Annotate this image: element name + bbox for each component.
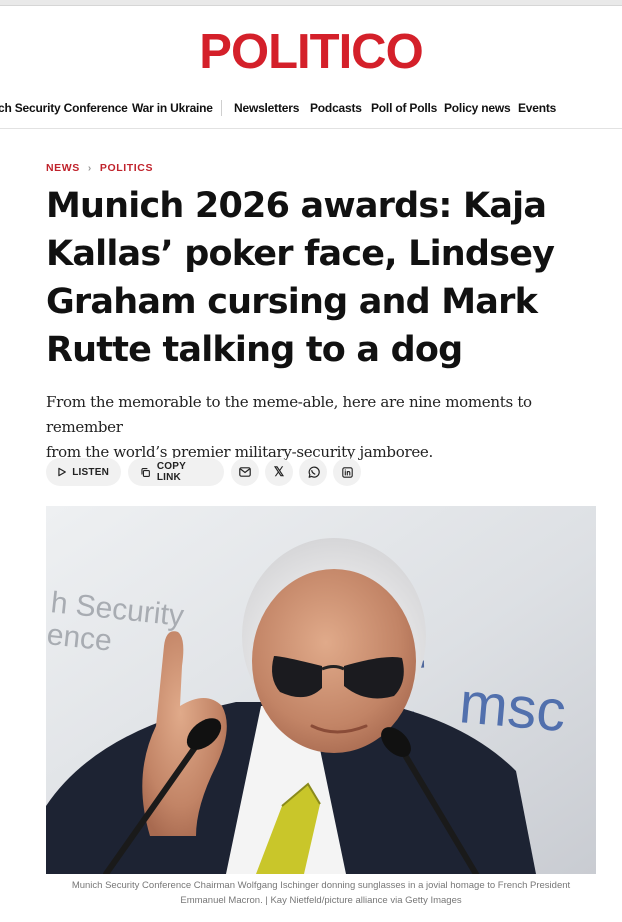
nav-item-events[interactable]: Events: [518, 101, 556, 115]
copy-link-button[interactable]: COPY LINK: [128, 458, 224, 486]
headline-line: Munich 2026 awards: Kaja: [46, 186, 547, 226]
headline-line: Kallas’ poker face, Lindsey: [46, 234, 555, 274]
x-icon: 𝕏: [273, 464, 285, 479]
nav-divider: [221, 100, 222, 116]
nav-item-munich-security-conference[interactable]: ch Security Conference: [0, 101, 128, 115]
nav-divider-line: [0, 128, 622, 129]
dek-line: From the memorable to the meme-able, her…: [46, 393, 532, 436]
msc-logo-text: msc: [457, 670, 569, 744]
photo-illustration: h Security ence msc: [46, 506, 596, 874]
browser-top-strip: [0, 0, 622, 6]
article-headline: Munich 2026 awards: Kaja Kallas’ poker f…: [46, 182, 586, 374]
linkedin-share-button[interactable]: [333, 458, 361, 486]
listen-label: LISTEN: [72, 466, 109, 478]
whatsapp-icon: [308, 466, 320, 478]
politico-logo[interactable]: POLITICO: [0, 24, 622, 80]
whatsapp-share-button[interactable]: [299, 458, 327, 486]
x-share-button[interactable]: 𝕏: [265, 458, 293, 486]
nav-item-policy-news[interactable]: Policy news: [444, 101, 511, 115]
headline-line: Graham cursing and Mark: [46, 282, 538, 322]
breadcrumb: NEWS › POLITICS: [46, 162, 153, 174]
photo-caption: Munich Security Conference Chairman Wolf…: [46, 878, 596, 908]
listen-button[interactable]: LISTEN: [46, 458, 121, 486]
play-icon: [58, 467, 66, 477]
article-dek: From the memorable to the meme-able, her…: [46, 390, 596, 465]
headline-line: Rutte talking to a dog: [46, 330, 463, 370]
chevron-right-icon: ›: [87, 162, 92, 174]
backdrop-text: ence: [46, 618, 113, 658]
nav-item-newsletters[interactable]: Newsletters: [234, 101, 299, 115]
main-nav: ch Security Conference War in Ukraine Ne…: [0, 98, 622, 120]
nav-item-poll-of-polls[interactable]: Poll of Polls: [371, 101, 437, 115]
copy-icon: [141, 467, 150, 477]
caption-line: Emmanuel Macron. | Kay Nietfeld/picture …: [180, 895, 462, 906]
copy-link-label: COPY LINK: [156, 461, 186, 483]
breadcrumb-politics[interactable]: POLITICS: [100, 162, 153, 174]
lead-photo: h Security ence msc: [46, 506, 596, 874]
email-icon: [239, 467, 251, 477]
linkedin-icon: [341, 466, 353, 478]
nav-item-podcasts[interactable]: Podcasts: [310, 101, 362, 115]
breadcrumb-news[interactable]: NEWS: [46, 162, 80, 174]
caption-line: Munich Security Conference Chairman Wolf…: [71, 880, 571, 891]
email-share-button[interactable]: [231, 458, 259, 486]
nav-item-war-in-ukraine[interactable]: War in Ukraine: [132, 101, 213, 115]
